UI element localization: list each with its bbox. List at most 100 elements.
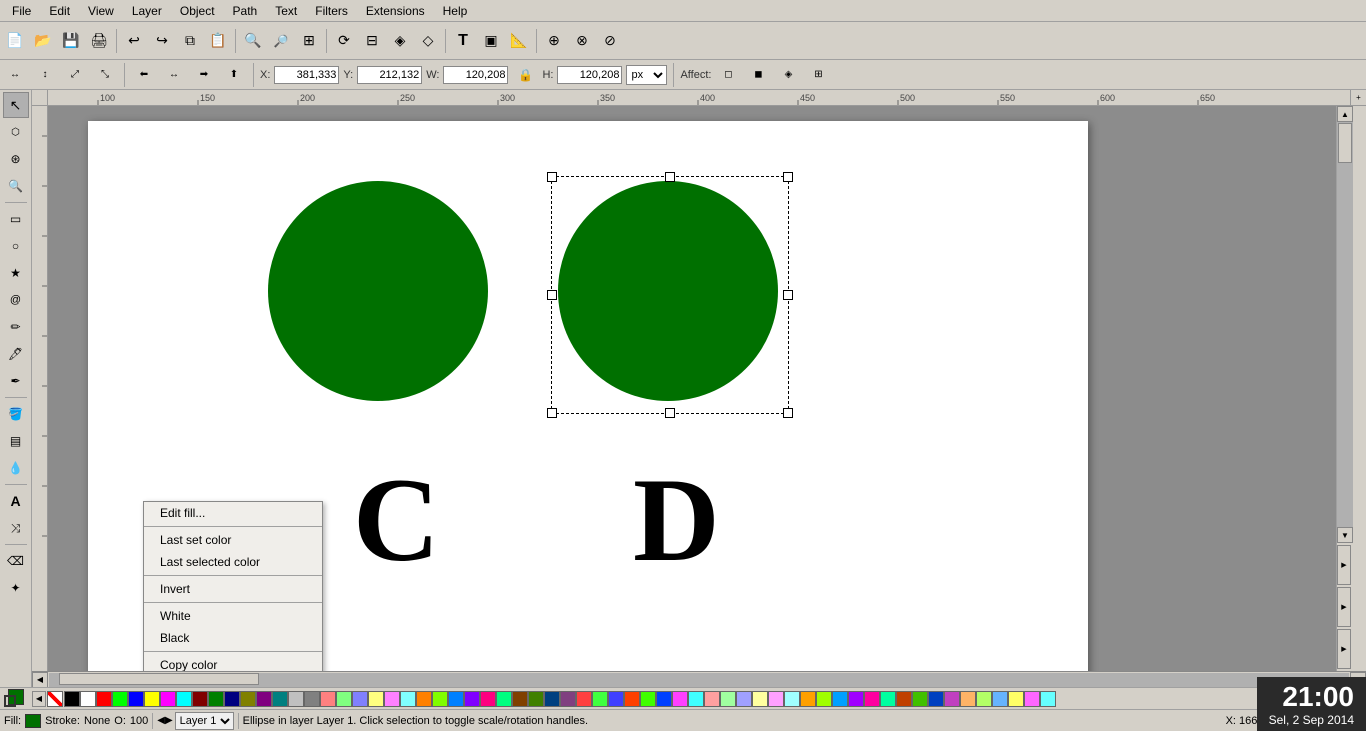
gradient-tool[interactable]: ▤ bbox=[3, 428, 29, 454]
rect-tool[interactable]: ▭ bbox=[3, 206, 29, 232]
color-swatch[interactable] bbox=[656, 691, 672, 707]
zoom-fit-button[interactable]: ⊞ bbox=[296, 28, 322, 54]
color-swatch[interactable] bbox=[80, 691, 96, 707]
ctx-black[interactable]: Black bbox=[144, 627, 322, 649]
color-swatch[interactable] bbox=[752, 691, 768, 707]
menu-filters[interactable]: Filters bbox=[307, 2, 356, 20]
color-swatch[interactable] bbox=[432, 691, 448, 707]
color-swatch[interactable] bbox=[1008, 691, 1024, 707]
transform-button[interactable]: ⟳ bbox=[331, 28, 357, 54]
h-scroll-track[interactable] bbox=[49, 673, 1349, 687]
text-tool[interactable]: A bbox=[3, 488, 29, 514]
menu-layer[interactable]: Layer bbox=[124, 2, 170, 20]
side-btn-1[interactable]: ▶ bbox=[1337, 545, 1351, 585]
color-swatch[interactable] bbox=[640, 691, 656, 707]
node-button[interactable]: ◈ bbox=[387, 28, 413, 54]
dropper-tool[interactable]: 💧 bbox=[3, 455, 29, 481]
ctx-copy-color[interactable]: Copy color bbox=[144, 654, 322, 671]
snap3-button[interactable]: ⊘ bbox=[597, 28, 623, 54]
save-button[interactable]: 💾 bbox=[58, 28, 84, 54]
color-swatch[interactable] bbox=[560, 691, 576, 707]
ctx-edit-fill[interactable]: Edit fill... bbox=[144, 502, 322, 524]
spiral-tool[interactable]: @ bbox=[3, 287, 29, 313]
color-swatch[interactable] bbox=[672, 691, 688, 707]
color-swatch[interactable] bbox=[112, 691, 128, 707]
selector-mode4-btn[interactable]: ⤡ bbox=[92, 62, 118, 88]
color-swatch[interactable] bbox=[864, 691, 880, 707]
ctx-last-selected-color[interactable]: Last selected color bbox=[144, 551, 322, 573]
node2-button[interactable]: ◇ bbox=[415, 28, 441, 54]
side-btn-2[interactable]: ▶ bbox=[1337, 587, 1351, 627]
color-swatch[interactable] bbox=[928, 691, 944, 707]
menu-text[interactable]: Text bbox=[267, 2, 305, 20]
circle-c[interactable] bbox=[268, 181, 488, 401]
color-swatch[interactable] bbox=[400, 691, 416, 707]
palette-scroll-left[interactable]: ◀ bbox=[32, 691, 46, 707]
stroke-indicator-box[interactable] bbox=[4, 695, 16, 707]
affect3-btn[interactable]: ◈ bbox=[775, 62, 801, 88]
measure-button[interactable]: 📐 bbox=[506, 28, 532, 54]
color-swatch[interactable] bbox=[352, 691, 368, 707]
ctx-invert[interactable]: Invert bbox=[144, 578, 322, 600]
handle-mr[interactable] bbox=[783, 290, 793, 300]
color-swatch[interactable] bbox=[496, 691, 512, 707]
calligraphy-tool[interactable]: ✒ bbox=[3, 368, 29, 394]
h-input[interactable] bbox=[557, 66, 622, 84]
menu-help[interactable]: Help bbox=[435, 2, 476, 20]
color-swatch[interactable] bbox=[192, 691, 208, 707]
color-swatch[interactable] bbox=[160, 691, 176, 707]
spray-tool[interactable]: ✦ bbox=[3, 575, 29, 601]
color-swatch[interactable] bbox=[304, 691, 320, 707]
scroll-left-btn[interactable]: ◀ bbox=[32, 672, 48, 688]
handle-tr[interactable] bbox=[783, 172, 793, 182]
lock-btn[interactable]: 🔒 bbox=[512, 62, 538, 88]
color-swatch[interactable] bbox=[1024, 691, 1040, 707]
bucket-tool[interactable]: 🪣 bbox=[3, 401, 29, 427]
select-tool[interactable]: ↖ bbox=[3, 92, 29, 118]
x-input[interactable] bbox=[274, 66, 339, 84]
paste-button[interactable]: 📋 bbox=[205, 28, 231, 54]
gradient-button[interactable]: ▣ bbox=[478, 28, 504, 54]
handle-bl[interactable] bbox=[547, 408, 557, 418]
undo-button[interactable]: ↩ bbox=[121, 28, 147, 54]
unit-select[interactable]: pxmmcmin bbox=[626, 65, 667, 85]
w-input[interactable] bbox=[443, 66, 508, 84]
tweak-tool[interactable]: ⊛ bbox=[3, 146, 29, 172]
affect2-btn[interactable]: ◼ bbox=[745, 62, 771, 88]
color-swatch[interactable] bbox=[512, 691, 528, 707]
color-swatch[interactable] bbox=[992, 691, 1008, 707]
color-swatch[interactable] bbox=[416, 691, 432, 707]
handle-br[interactable] bbox=[783, 408, 793, 418]
snap-corner-btn[interactable]: + bbox=[1350, 90, 1366, 105]
color-swatch[interactable] bbox=[96, 691, 112, 707]
menu-view[interactable]: View bbox=[80, 2, 122, 20]
color-swatch[interactable] bbox=[256, 691, 272, 707]
color-swatch[interactable] bbox=[880, 691, 896, 707]
zoom-tool[interactable]: 🔍 bbox=[3, 173, 29, 199]
text-tool-button[interactable]: T bbox=[450, 28, 476, 54]
zoom-in-button[interactable]: 🔍 bbox=[240, 28, 266, 54]
color-swatch[interactable] bbox=[976, 691, 992, 707]
color-swatch[interactable] bbox=[528, 691, 544, 707]
fill-color-box[interactable] bbox=[25, 714, 41, 728]
selector-mode-btn[interactable]: ↔ bbox=[2, 62, 28, 88]
color-swatch[interactable] bbox=[768, 691, 784, 707]
color-swatch[interactable] bbox=[800, 691, 816, 707]
handle-tc[interactable] bbox=[665, 172, 675, 182]
menu-edit[interactable]: Edit bbox=[41, 2, 78, 20]
color-swatch[interactable] bbox=[832, 691, 848, 707]
align-right-btn[interactable]: ➡ bbox=[191, 62, 217, 88]
affect1-btn[interactable]: ◻ bbox=[715, 62, 741, 88]
color-swatch[interactable] bbox=[1040, 691, 1056, 707]
selector-mode2-btn[interactable]: ↕ bbox=[32, 62, 58, 88]
color-swatch[interactable] bbox=[624, 691, 640, 707]
h-scroll-thumb[interactable] bbox=[59, 673, 259, 685]
redo-button[interactable]: ↪ bbox=[149, 28, 175, 54]
color-swatch[interactable] bbox=[592, 691, 608, 707]
align-left-btn[interactable]: ⬅ bbox=[131, 62, 157, 88]
color-swatch[interactable] bbox=[128, 691, 144, 707]
color-swatch[interactable] bbox=[544, 691, 560, 707]
color-swatch[interactable] bbox=[960, 691, 976, 707]
color-swatch[interactable] bbox=[816, 691, 832, 707]
layer-select[interactable]: Layer 1 bbox=[175, 712, 234, 730]
